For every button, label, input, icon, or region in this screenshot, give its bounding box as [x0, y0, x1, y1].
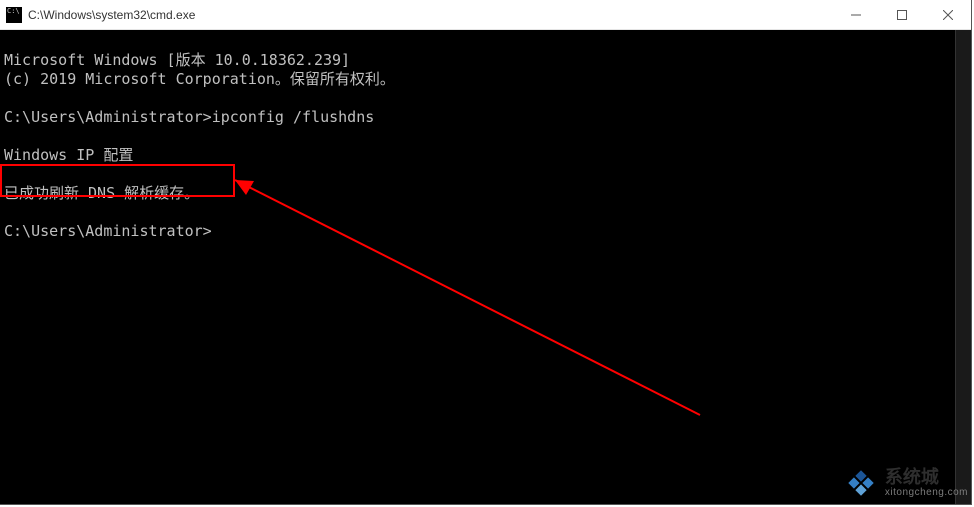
output-line: Windows IP 配置 [4, 146, 133, 164]
watermark-brand: 系统城 [885, 468, 968, 488]
minimize-button[interactable] [833, 0, 879, 29]
output-line: Microsoft Windows [版本 10.0.18362.239] [4, 51, 350, 69]
command-text: ipconfig /flushdns [212, 108, 375, 126]
success-line: 已成功刷新 DNS 解析缓存。 [4, 184, 199, 202]
maximize-button[interactable] [879, 0, 925, 29]
watermark: 系统城 xitongcheng.com [843, 465, 968, 501]
terminal-area[interactable]: Microsoft Windows [版本 10.0.18362.239] (c… [0, 30, 971, 504]
watermark-url: xitongcheng.com [885, 487, 968, 498]
cmd-window: C:\Windows\system32\cmd.exe Microsoft Wi… [0, 0, 972, 505]
titlebar[interactable]: C:\Windows\system32\cmd.exe [0, 0, 971, 30]
prompt-path: C:\Users\Administrator> [4, 108, 212, 126]
window-controls [833, 0, 971, 29]
scrollbar[interactable] [955, 30, 971, 504]
cmd-icon [6, 7, 22, 23]
output-line: (c) 2019 Microsoft Corporation。保留所有权利。 [4, 70, 395, 88]
close-button[interactable] [925, 0, 971, 29]
window-title: C:\Windows\system32\cmd.exe [28, 8, 195, 22]
prompt-path: C:\Users\Administrator> [4, 222, 212, 240]
watermark-logo-icon [843, 465, 879, 501]
